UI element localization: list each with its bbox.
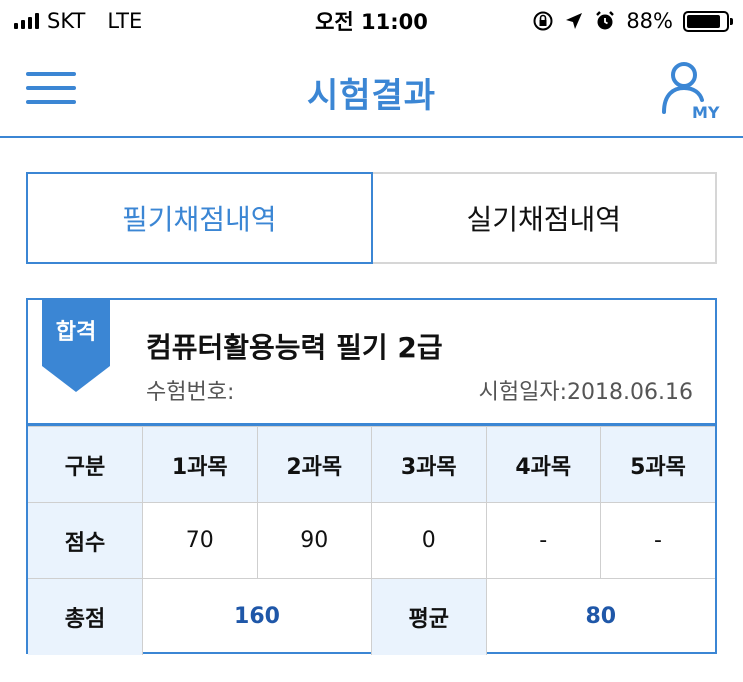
exam-date: 시험일자:2018.06.16 [478,380,693,405]
col-subject-1: 1과목 [142,426,258,503]
pass-badge: 합격 [42,300,110,392]
table-row-scores: 점수 70 90 0 - - [28,502,715,579]
network-label: LTE [107,9,143,33]
result-card-header: 합격 컴퓨터활용능력 필기 2급 수험번호: 시험일자:2018.06.16 [28,300,715,426]
tab-written-scores[interactable]: 필기채점내역 [26,172,373,264]
tab-bar: 필기채점내역 실기채점내역 [26,172,717,264]
battery-icon [683,10,733,32]
table-row-total: 총점 160 평균 80 [28,578,715,655]
score-subject-1: 70 [142,502,258,579]
signal-icon [14,13,39,29]
page-title: 시험결과 [306,76,437,116]
score-row-label: 점수 [28,502,143,579]
exam-name: 컴퓨터활용능력 필기 2급 [146,331,443,364]
my-label: MY [692,103,720,122]
score-subject-4: - [485,502,601,579]
average-value: 80 [485,578,715,655]
status-left: SKT LTE [14,9,142,33]
carrier-label: SKT [47,9,86,33]
score-table: 구분 1과목 2과목 3과목 4과목 5과목 점수 70 90 0 - - 총점… [28,426,715,655]
app-header: 시험결과 MY [0,42,743,138]
total-value: 160 [142,578,372,655]
location-icon [566,13,583,29]
total-label: 총점 [28,578,143,655]
result-card: 합격 컴퓨터활용능력 필기 2급 수험번호: 시험일자:2018.06.16 구… [26,298,717,655]
score-subject-5: - [600,502,715,579]
battery-fill [687,14,721,28]
col-category: 구분 [28,426,143,503]
status-right: 88% [532,9,733,33]
tab-practical-scores[interactable]: 실기채점내역 [372,172,717,264]
table-header-row: 구분 1과목 2과목 3과목 4과목 5과목 [28,426,715,503]
pass-label: 합격 [55,320,97,345]
col-subject-2: 2과목 [256,426,372,503]
exam-number-label: 수험번호: [146,380,235,405]
col-subject-3: 3과목 [371,426,487,503]
my-page-icon[interactable]: MY [660,60,722,122]
col-subject-4: 4과목 [485,426,601,503]
exam-meta: 수험번호: 시험일자:2018.06.16 [146,374,693,406]
score-subject-2: 90 [256,502,372,579]
battery-percent: 88% [626,9,673,33]
score-subject-3: 0 [371,502,487,579]
average-label: 평균 [371,578,487,655]
status-bar: SKT LTE 오전 11:00 88% [0,0,743,42]
alarm-icon [596,11,615,30]
orientation-lock-icon [533,11,553,31]
col-subject-5: 5과목 [600,426,715,503]
